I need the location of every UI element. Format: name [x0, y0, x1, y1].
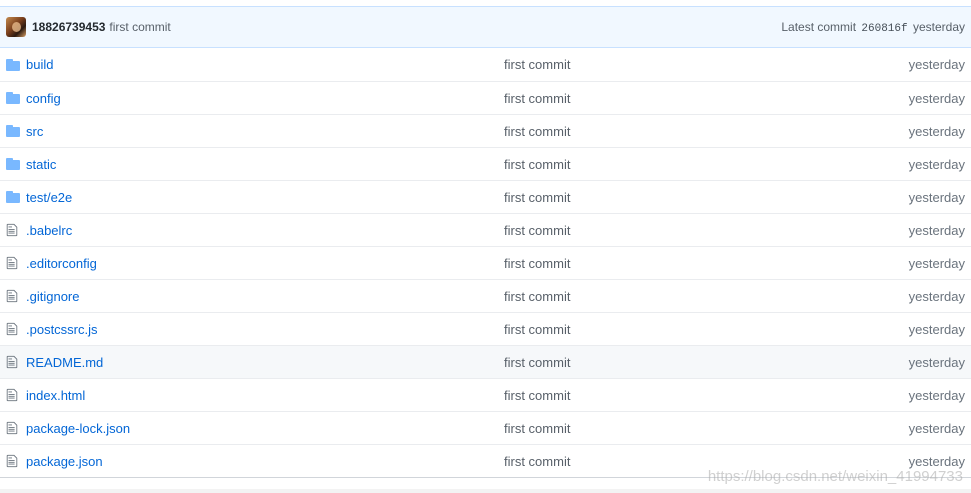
- commit-age: yesterday: [908, 321, 965, 337]
- file-row[interactable]: package.json first commit yesterday: [0, 444, 971, 477]
- commit-age: yesterday: [908, 156, 965, 172]
- file-icon: [0, 289, 26, 303]
- file-row[interactable]: static first commit yesterday: [0, 147, 971, 180]
- bottom-divider: [0, 489, 971, 493]
- commit-age: yesterday: [908, 387, 965, 403]
- file-name-cell: .gitignore: [26, 289, 504, 304]
- commit-message-link[interactable]: first commit: [504, 388, 845, 403]
- file-icon: [0, 322, 26, 336]
- file-row[interactable]: .gitignore first commit yesterday: [0, 279, 971, 312]
- folder-icon: [0, 158, 26, 170]
- file-row[interactable]: package-lock.json first commit yesterday: [0, 411, 971, 444]
- author-avatar[interactable]: [6, 17, 26, 37]
- file-name-link[interactable]: config: [26, 91, 61, 106]
- commit-age: yesterday: [908, 189, 965, 205]
- file-name-cell: build: [26, 57, 504, 72]
- latest-commit-label: Latest commit: [781, 19, 857, 34]
- folder-icon: [0, 125, 26, 137]
- file-name-link[interactable]: src: [26, 124, 43, 139]
- commit-age: yesterday: [908, 255, 965, 271]
- file-name-cell: static: [26, 157, 504, 172]
- file-name-cell: test/e2e: [26, 190, 504, 205]
- file-row[interactable]: test/e2e first commit yesterday: [0, 180, 971, 213]
- file-name-cell: .postcssrc.js: [26, 322, 504, 337]
- file-listing: 18826739453 first commit Latest commit 2…: [0, 6, 971, 478]
- commit-message-link[interactable]: first commit: [109, 20, 170, 34]
- commit-message-link[interactable]: first commit: [504, 421, 845, 436]
- file-name-link[interactable]: .gitignore: [26, 289, 79, 304]
- file-name-link[interactable]: .postcssrc.js: [26, 322, 98, 337]
- file-name-cell: src: [26, 124, 504, 139]
- commit-author-link[interactable]: 18826739453: [32, 20, 105, 34]
- file-name-link[interactable]: test/e2e: [26, 190, 72, 205]
- file-name-cell: package-lock.json: [26, 421, 504, 436]
- commit-age: yesterday: [908, 354, 965, 370]
- file-name-link[interactable]: static: [26, 157, 56, 172]
- commit-age: yesterday: [908, 222, 965, 238]
- commit-age: yesterday: [908, 453, 965, 469]
- commit-tease: 18826739453 first commit Latest commit 2…: [0, 7, 971, 48]
- file-name-link[interactable]: README.md: [26, 355, 103, 370]
- file-icon: [0, 355, 26, 369]
- file-name-link[interactable]: index.html: [26, 388, 85, 403]
- file-icon: [0, 454, 26, 468]
- commit-age: yesterday: [912, 19, 965, 34]
- file-name-cell: README.md: [26, 355, 504, 370]
- folder-icon: [0, 92, 26, 104]
- file-name-link[interactable]: .editorconfig: [26, 256, 97, 271]
- file-name-cell: package.json: [26, 454, 504, 469]
- latest-commit-info: Latest commit 260816f yesterday: [781, 20, 965, 35]
- commit-message-link[interactable]: first commit: [504, 454, 845, 469]
- file-name-cell: .babelrc: [26, 223, 504, 238]
- commit-message-link[interactable]: first commit: [504, 223, 845, 238]
- commit-message-link[interactable]: first commit: [504, 57, 845, 72]
- file-row[interactable]: .editorconfig first commit yesterday: [0, 246, 971, 279]
- commit-message-link[interactable]: first commit: [504, 355, 845, 370]
- file-name-cell: config: [26, 91, 504, 106]
- commit-message-link[interactable]: first commit: [504, 157, 845, 172]
- file-name-link[interactable]: build: [26, 57, 53, 72]
- commit-message-link[interactable]: first commit: [504, 256, 845, 271]
- commit-message-link[interactable]: first commit: [504, 124, 845, 139]
- commit-age: yesterday: [908, 123, 965, 139]
- file-row[interactable]: config first commit yesterday: [0, 81, 971, 114]
- folder-icon: [0, 191, 26, 203]
- file-icon: [0, 256, 26, 270]
- commit-age: yesterday: [908, 420, 965, 436]
- commit-message-link[interactable]: first commit: [504, 322, 845, 337]
- file-row[interactable]: src first commit yesterday: [0, 114, 971, 147]
- commit-message-link[interactable]: first commit: [504, 289, 845, 304]
- file-icon: [0, 421, 26, 435]
- file-rows: build first commit yesterday config first co…: [0, 48, 971, 477]
- commit-age: yesterday: [908, 57, 965, 72]
- commit-age: yesterday: [908, 90, 965, 106]
- file-icon: [0, 388, 26, 402]
- file-row[interactable]: .postcssrc.js first commit yesterday: [0, 312, 971, 345]
- file-name-link[interactable]: package-lock.json: [26, 421, 130, 436]
- file-row[interactable]: index.html first commit yesterday: [0, 378, 971, 411]
- file-name-cell: index.html: [26, 388, 504, 403]
- file-row[interactable]: build first commit yesterday: [0, 48, 971, 81]
- commit-message-link[interactable]: first commit: [504, 91, 845, 106]
- file-name-link[interactable]: package.json: [26, 454, 103, 469]
- commit-sha-link[interactable]: 260816f: [861, 23, 907, 35]
- commit-age: yesterday: [908, 288, 965, 304]
- file-row[interactable]: README.md first commit yesterday: [0, 345, 971, 378]
- commit-message-link[interactable]: first commit: [504, 190, 845, 205]
- file-name-link[interactable]: .babelrc: [26, 223, 72, 238]
- file-row[interactable]: .babelrc first commit yesterday: [0, 213, 971, 246]
- file-name-cell: .editorconfig: [26, 256, 504, 271]
- file-icon: [0, 223, 26, 237]
- folder-icon: [0, 58, 26, 71]
